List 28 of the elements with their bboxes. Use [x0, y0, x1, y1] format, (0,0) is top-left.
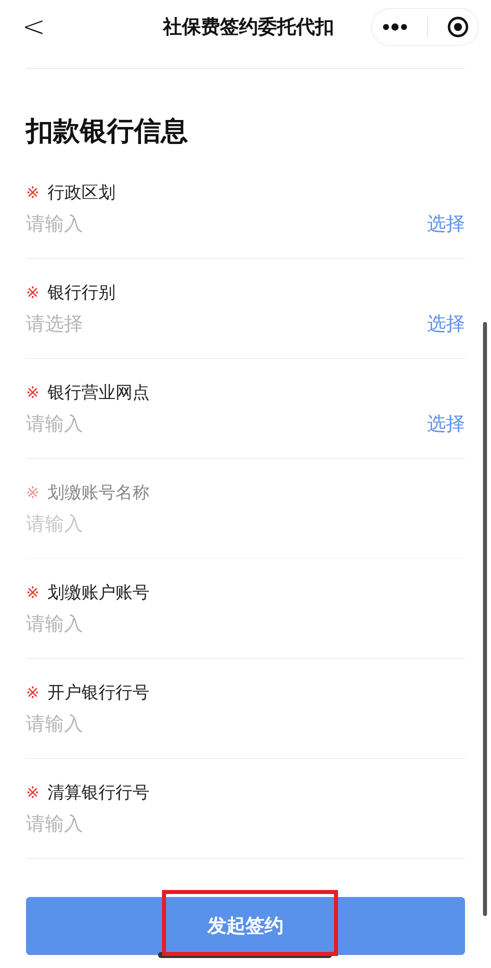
input-field[interactable]: 请选择 — [26, 313, 427, 335]
field-label: 划缴账户账号 — [47, 582, 150, 604]
required-mark: ※ — [26, 782, 40, 802]
required-mark: ※ — [26, 482, 40, 502]
required-mark: ※ — [26, 182, 40, 202]
required-mark: ※ — [26, 382, 40, 402]
required-mark: ※ — [26, 282, 40, 302]
page-title: 社保费签约委托代扣 — [163, 15, 334, 40]
select-link[interactable]: 选择 — [427, 211, 465, 237]
input-field[interactable]: 请输入 — [26, 413, 427, 435]
field-label: 行政区划 — [47, 182, 116, 204]
more-icon[interactable] — [382, 23, 408, 31]
required-mark: ※ — [26, 582, 40, 602]
input-field[interactable]: 请输入 — [26, 213, 427, 235]
select-link[interactable]: 选择 — [427, 411, 465, 437]
field-label: 清算银行行号 — [47, 782, 150, 804]
field-label: 开户银行行号 — [47, 682, 150, 704]
field-label: 划缴账号名称 — [47, 482, 150, 504]
field-label: 银行营业网点 — [47, 382, 150, 404]
select-link[interactable]: 选择 — [427, 311, 465, 337]
input-field[interactable]: 请输入 — [26, 613, 465, 635]
required-mark: ※ — [26, 682, 40, 702]
back-button[interactable]: < — [18, 13, 50, 41]
field-label: 银行行别 — [47, 282, 116, 304]
input-field[interactable]: 请输入 — [26, 713, 465, 735]
submit-button[interactable]: 发起签约 — [26, 897, 465, 955]
input-field[interactable]: 请输入 — [26, 813, 465, 835]
section-title: 扣款银行信息 — [26, 115, 189, 149]
